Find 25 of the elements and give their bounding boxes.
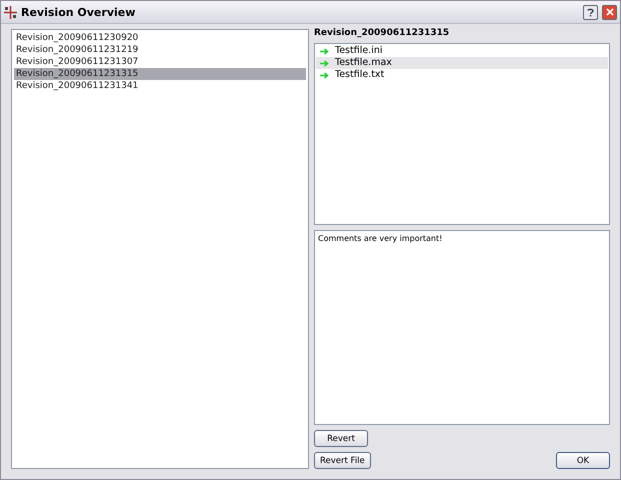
revision-item[interactable]: Revision_20090611231219 [14,44,306,56]
file-name: Testfile.ini [335,45,382,57]
help-button[interactable] [583,4,598,20]
file-name: Testfile.txt [335,69,384,81]
file-item[interactable]: Testfile.max [316,57,608,69]
revision-item[interactable]: Revision_20090611231315 [14,68,306,80]
revision-item[interactable]: Revision_20090611231341 [14,80,306,92]
file-item[interactable]: Testfile.ini [316,45,608,57]
file-item[interactable]: Testfile.txt [316,69,608,81]
ok-button[interactable]: OK [556,452,610,469]
arrow-icon [320,60,329,66]
question-mark-icon [587,8,594,16]
file-name: Testfile.max [335,57,392,69]
revision-item[interactable]: Revision_20090611230920 [14,32,306,44]
comment-field[interactable]: Comments are very important! [314,230,610,425]
revert-file-button[interactable]: Revert File [314,452,371,469]
revision-item[interactable]: Revision_20090611231307 [14,56,306,68]
app-icon [4,6,17,18]
revision-heading: Revision_20090611231315 [314,29,450,38]
arrow-icon [320,48,329,54]
arrow-icon [320,72,329,78]
window-title: Revision Overview [21,6,136,18]
close-button[interactable] [602,4,617,20]
revert-button[interactable]: Revert [314,430,368,447]
close-icon [606,8,614,16]
